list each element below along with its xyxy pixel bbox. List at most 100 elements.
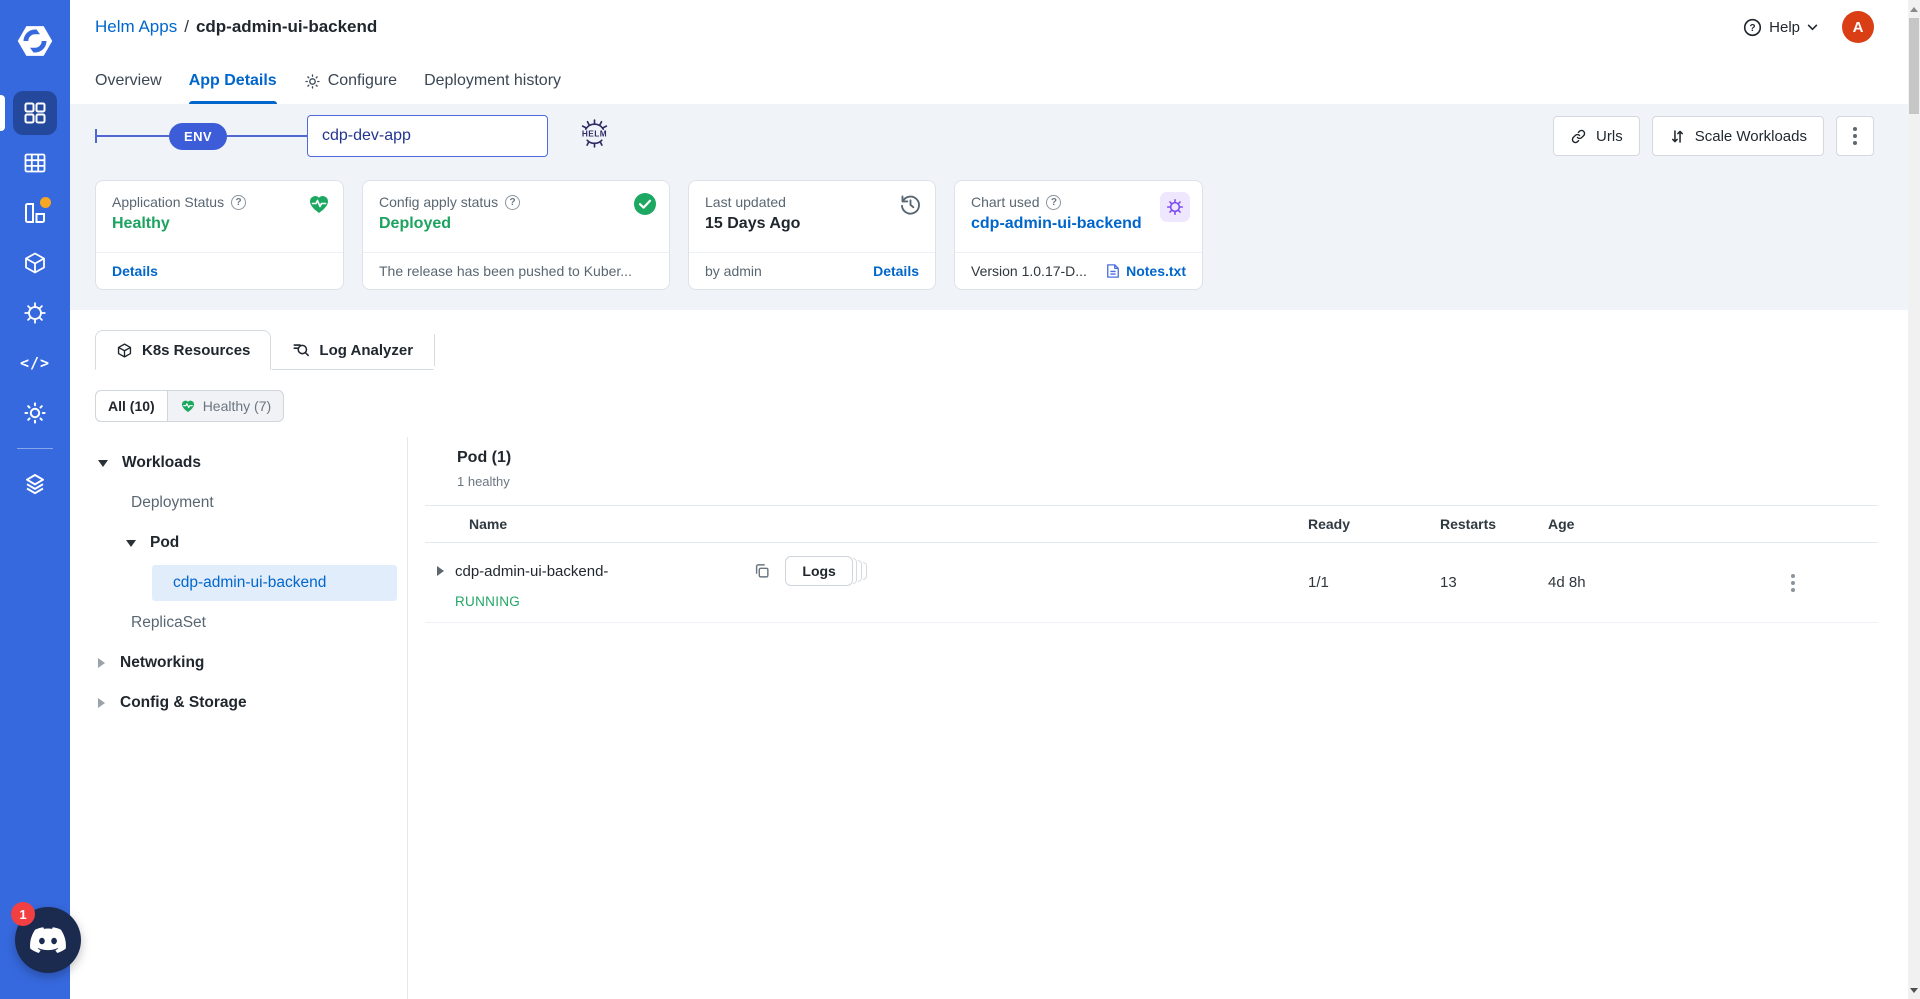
config-apply-status-value: Deployed xyxy=(379,215,452,232)
pod-restarts-value: 13 xyxy=(1440,574,1457,591)
tree-selected-pod[interactable]: cdp-admin-ui-backend xyxy=(152,565,397,601)
resources-section: K8s Resources Log Analyzer All (10) Heal… xyxy=(70,310,1908,999)
notes-txt-link[interactable]: Notes.txt xyxy=(1126,263,1186,279)
tree-node-pod-instance: cdp-admin-ui-backend xyxy=(70,563,407,603)
last-updated-value: 15 Days Ago xyxy=(705,215,801,232)
application-groups-icon xyxy=(13,191,57,235)
applications-grid-icon xyxy=(13,91,57,135)
cube-icon xyxy=(117,342,132,358)
question-icon[interactable]: ? xyxy=(231,194,247,210)
sidebar-item-helm-charts[interactable] xyxy=(0,288,70,338)
scroll-down-arrow[interactable] xyxy=(1908,983,1920,997)
app-name-input[interactable] xyxy=(306,115,548,157)
chart-used-link[interactable]: cdp-admin-ui-backend xyxy=(971,215,1188,233)
question-icon[interactable]: ? xyxy=(1046,194,1062,210)
scrollbar-thumb[interactable] xyxy=(1909,18,1919,114)
logs-button-stack: Logs xyxy=(785,556,867,586)
resource-tabs: K8s Resources Log Analyzer xyxy=(95,330,1908,370)
sidebar-item-code[interactable]: </> xyxy=(0,338,70,388)
tab-configure[interactable]: Configure xyxy=(304,72,397,104)
help-label: Help xyxy=(1769,18,1800,36)
tree-node-pod[interactable]: Pod xyxy=(70,523,407,563)
tree-node-workloads[interactable]: Workloads xyxy=(70,443,407,483)
pod-health-summary: 1 healthy xyxy=(457,474,510,489)
caret-right-icon xyxy=(98,698,105,708)
document-icon xyxy=(1107,264,1119,278)
tree-node-replicaset[interactable]: ReplicaSet xyxy=(70,603,407,643)
updated-by-text: by admin xyxy=(705,263,762,279)
config-apply-message: The release has been pushed to Kuber... xyxy=(379,263,632,279)
pod-age-value: 4d 8h xyxy=(1548,574,1586,591)
help-button[interactable]: ? Help xyxy=(1743,18,1818,37)
discord-chat-button[interactable]: 1 xyxy=(11,902,81,973)
tab-k8s-resources[interactable]: K8s Resources xyxy=(95,330,272,370)
scroll-up-arrow[interactable] xyxy=(1908,2,1920,16)
env-band: ENV HELM xyxy=(70,104,1908,310)
sidebar-item-jobs[interactable] xyxy=(0,138,70,188)
kebab-menu-icon xyxy=(1853,127,1857,145)
tree-node-config-storage[interactable]: Config & Storage xyxy=(70,683,407,723)
tab-log-analyzer[interactable]: Log Analyzer xyxy=(271,330,435,370)
expand-caret-icon[interactable] xyxy=(437,566,444,576)
column-ready: Ready xyxy=(1308,516,1351,532)
tab-overview[interactable]: Overview xyxy=(95,72,162,104)
breadcrumb-current-app: cdp-admin-ui-backend xyxy=(195,17,378,36)
row-kebab-menu-icon[interactable] xyxy=(1785,568,1801,598)
sidebar-divider xyxy=(17,448,53,449)
application-status-card: Application Status ? Healthy Details xyxy=(95,180,344,290)
code-icon: </> xyxy=(19,354,51,372)
logs-button[interactable]: Logs xyxy=(785,556,853,586)
copy-icon[interactable] xyxy=(753,562,771,580)
last-updated-details-link[interactable]: Details xyxy=(873,263,919,279)
question-icon[interactable]: ? xyxy=(505,194,521,210)
sidebar-item-application-groups[interactable] xyxy=(0,188,70,238)
sidebar-item-global-config[interactable] xyxy=(0,388,70,438)
avatar[interactable]: A xyxy=(1842,11,1874,43)
env-connector-line-2 xyxy=(226,135,307,137)
column-age: Age xyxy=(1548,516,1575,532)
filter-healthy[interactable]: Healthy (7) xyxy=(168,391,283,421)
notification-badge: 1 xyxy=(11,902,35,926)
pod-name[interactable]: cdp-admin-ui-backend- xyxy=(455,563,608,580)
more-actions-button[interactable] xyxy=(1836,116,1874,156)
application-status-details-link[interactable]: Details xyxy=(112,263,158,279)
card-title: Last updated xyxy=(705,194,786,210)
urls-button[interactable]: Urls xyxy=(1553,116,1640,156)
helm-wheel-icon xyxy=(13,291,57,335)
scale-workloads-button[interactable]: Scale Workloads xyxy=(1651,116,1824,156)
app-tabs: Overview App Details Configure Deploymen… xyxy=(95,54,1874,104)
scale-arrows-icon xyxy=(1671,129,1683,143)
sidebar-item-applications[interactable] xyxy=(0,88,70,138)
card-title: Chart used xyxy=(971,194,1040,210)
chart-used-card: Chart used ? cdp-admin-ui-backend Versio… xyxy=(954,180,1203,290)
chart-version-text: Version 1.0.17-D... xyxy=(971,263,1087,279)
env-badge[interactable]: ENV xyxy=(169,122,227,150)
tab-deployment-history[interactable]: Deployment history xyxy=(424,72,561,104)
sidebar-item-chart-store[interactable] xyxy=(0,238,70,288)
breadcrumb-separator: / xyxy=(184,17,189,36)
gear-icon xyxy=(13,391,57,435)
table-row: cdp-admin-ui-backend- Logs RUNNING 1/1 1… xyxy=(425,543,1878,623)
notification-dot xyxy=(40,197,51,208)
stack-layers-icon xyxy=(13,462,57,506)
breadcrumb-helm-apps-link[interactable]: Helm Apps xyxy=(95,17,177,37)
topbar: Helm Apps / cdp-admin-ui-backend ? Help … xyxy=(70,0,1908,104)
tree-node-deployment[interactable]: Deployment xyxy=(70,483,407,523)
chevron-down-icon xyxy=(1807,24,1818,30)
sidebar-item-resource-browser[interactable] xyxy=(0,459,70,509)
gear-icon xyxy=(305,73,320,89)
cube-icon xyxy=(13,241,57,285)
log-search-icon xyxy=(293,344,310,357)
application-status-value: Healthy xyxy=(112,215,170,232)
pod-ready-value: 1/1 xyxy=(1308,574,1329,591)
health-filter-group: All (10) Healthy (7) xyxy=(95,390,285,422)
status-cards: Application Status ? Healthy Details Con… xyxy=(95,180,1874,290)
last-updated-card: Last updated 15 Days Ago by admin Detail… xyxy=(688,180,936,290)
page-scrollbar[interactable] xyxy=(1908,0,1920,999)
devtron-logo-icon[interactable] xyxy=(12,18,58,64)
tree-node-networking[interactable]: Networking xyxy=(70,643,407,683)
discord-icon xyxy=(30,926,66,953)
column-name: Name xyxy=(469,516,508,532)
tab-app-details[interactable]: App Details xyxy=(188,72,277,104)
filter-all[interactable]: All (10) xyxy=(96,391,168,421)
